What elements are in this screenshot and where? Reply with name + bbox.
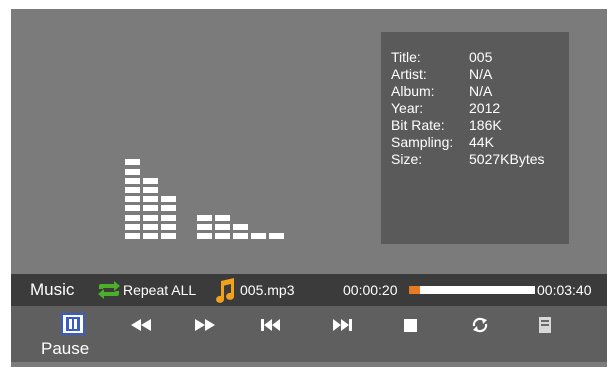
visualizer-segment xyxy=(143,214,158,221)
track-info-panel: Title: 005 Artist: N/A Album: N/A Year: … xyxy=(381,32,569,244)
rewind-icon xyxy=(131,319,151,331)
visualizer-segment xyxy=(125,214,140,221)
info-value: 44K xyxy=(469,134,494,150)
stop-icon xyxy=(403,318,417,332)
info-key: Sampling: xyxy=(391,134,454,150)
visualizer-segment xyxy=(197,223,212,230)
stop-button[interactable] xyxy=(397,314,423,336)
info-key: Album: xyxy=(391,83,435,99)
visualizer-segment xyxy=(125,168,140,175)
visualizer-segment xyxy=(143,196,158,203)
info-key: Title: xyxy=(391,49,421,65)
music-note-icon xyxy=(214,277,236,303)
visualizer-segment xyxy=(197,233,212,239)
fast-forward-icon xyxy=(195,319,215,331)
info-value: 5027KBytes xyxy=(469,151,545,167)
playlist-icon xyxy=(539,317,551,333)
repeat-cycle-icon xyxy=(470,316,490,334)
visualizer-segment xyxy=(215,233,230,239)
status-bar: Music Repeat ALL 005.mp3 00:00:20 00:03:… xyxy=(11,274,607,306)
repeat-all-icon xyxy=(96,280,122,300)
playback-controls: Pause xyxy=(11,306,607,362)
visualizer-segment xyxy=(233,233,248,239)
visualizer-segment xyxy=(161,196,176,203)
visualizer-segment xyxy=(161,205,176,212)
visualizer-segment xyxy=(143,205,158,212)
spectrum-visualizer xyxy=(107,119,284,239)
visualizer-segment xyxy=(143,177,158,184)
repeat-cycle-button[interactable] xyxy=(467,314,493,336)
info-value: 186K xyxy=(469,117,502,133)
previous-track-icon xyxy=(261,319,281,331)
visualizer-segment xyxy=(143,223,158,230)
info-key: Artist: xyxy=(391,66,427,82)
visualizer-segment xyxy=(161,223,176,230)
progress-fill xyxy=(409,286,421,294)
info-key: Bit Rate: xyxy=(391,117,445,133)
visualizer-segment xyxy=(233,223,248,230)
pause-icon xyxy=(66,317,80,331)
info-value: N/A xyxy=(469,83,493,99)
visualizer-segment xyxy=(161,214,176,221)
visualizer-segment xyxy=(215,223,230,230)
rewind-button[interactable] xyxy=(128,314,154,336)
visualizer-segment xyxy=(125,196,140,203)
visualizer-segment xyxy=(125,159,140,166)
info-value: N/A xyxy=(469,66,493,82)
visualizer-segment xyxy=(125,177,140,184)
pause-button[interactable] xyxy=(61,313,85,335)
next-track-button[interactable] xyxy=(329,314,355,336)
repeat-mode-label: Repeat ALL xyxy=(123,282,197,298)
fast-forward-button[interactable] xyxy=(192,314,218,336)
pause-label: Pause xyxy=(41,339,90,358)
progress-bar[interactable] xyxy=(409,286,535,294)
visualizer-segment xyxy=(143,233,158,239)
visualizer-segment xyxy=(251,233,266,239)
visualizer-segment xyxy=(197,214,212,221)
mode-label: Music xyxy=(30,280,75,299)
next-track-icon xyxy=(332,319,352,331)
total-time: 00:03:40 xyxy=(537,282,592,298)
file-name: 005.mp3 xyxy=(240,282,295,298)
previous-track-button[interactable] xyxy=(258,314,284,336)
visualizer-segment xyxy=(143,187,158,193)
visualizer-segment xyxy=(125,205,140,212)
visualizer-segment xyxy=(269,233,284,239)
visualizer-segment xyxy=(161,233,176,239)
visualizer-segment xyxy=(125,187,140,193)
visualizer-segment xyxy=(215,214,230,221)
playlist-button[interactable] xyxy=(532,314,558,336)
visualizer-segment xyxy=(125,223,140,230)
info-value: 005 xyxy=(469,49,493,65)
info-key: Size: xyxy=(391,151,423,167)
current-time: 00:00:20 xyxy=(343,282,398,298)
info-value: 2012 xyxy=(469,100,501,116)
player-screen: Title: 005 Artist: N/A Album: N/A Year: … xyxy=(11,9,607,367)
visualizer-segment xyxy=(125,233,140,239)
info-key: Year: xyxy=(391,100,424,116)
